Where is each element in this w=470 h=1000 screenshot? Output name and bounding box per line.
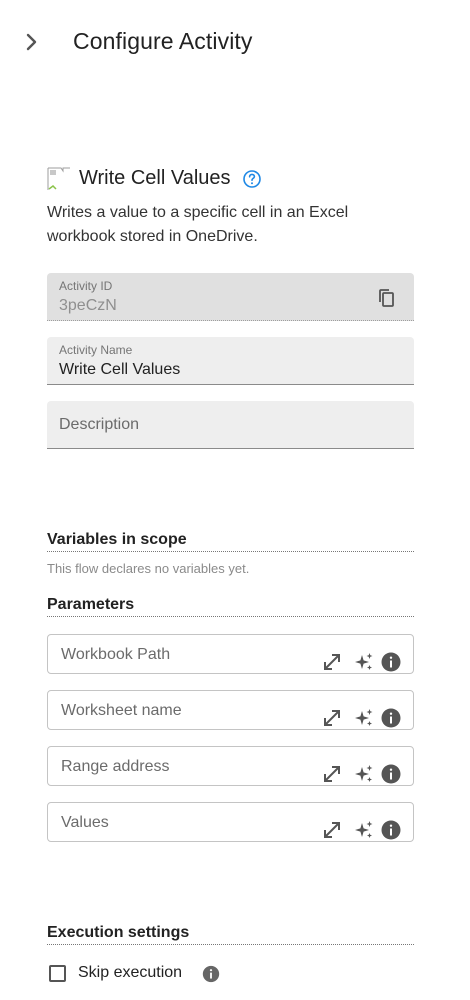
ai-sparkle-icon[interactable] [353, 763, 375, 785]
activity-name-field[interactable]: Activity Name Write Cell Values [47, 337, 414, 385]
info-icon[interactable] [201, 964, 221, 984]
page-title: Configure Activity [73, 28, 253, 54]
header: Configure Activity [0, 0, 470, 86]
description-field[interactable]: Description [47, 401, 414, 449]
help-circle-icon[interactable] [242, 169, 262, 189]
parameters-section-title: Parameters [47, 596, 414, 617]
expand-icon[interactable] [321, 651, 343, 673]
ai-sparkle-icon[interactable] [353, 707, 375, 729]
chevron-right-icon[interactable] [20, 28, 46, 56]
info-icon[interactable] [380, 819, 402, 841]
workbook-path-input[interactable]: Workbook Path [47, 634, 414, 674]
range-address-placeholder: Range address [61, 758, 170, 775]
activity-id-value: 3peCzN [59, 297, 117, 314]
copy-icon[interactable] [376, 287, 398, 309]
values-placeholder: Values [61, 814, 109, 831]
activity-name-label: Activity Name [59, 343, 133, 357]
workbook-path-placeholder: Workbook Path [61, 646, 171, 663]
skip-execution-label[interactable]: Skip execution [78, 964, 182, 982]
info-icon[interactable] [380, 763, 402, 785]
activity-title: Write Cell Values [79, 167, 231, 189]
description-placeholder: Description [59, 416, 140, 433]
broken-image-icon [47, 167, 71, 191]
ai-sparkle-icon[interactable] [353, 651, 375, 673]
skip-execution-checkbox[interactable] [49, 965, 66, 982]
activity-name-value[interactable]: Write Cell Values [59, 361, 180, 379]
info-icon[interactable] [380, 707, 402, 729]
execution-section-title: Execution settings [47, 924, 414, 945]
activity-id-field: Activity ID 3peCzN [47, 273, 414, 321]
ai-sparkle-icon[interactable] [353, 819, 375, 841]
skip-execution-row: Skip execution [47, 962, 427, 986]
info-icon[interactable] [380, 651, 402, 673]
activity-id-label: Activity ID [59, 279, 113, 293]
activity-description: Writes a value to a specific cell in an … [47, 204, 349, 245]
worksheet-name-input[interactable]: Worksheet name [47, 690, 414, 730]
expand-icon[interactable] [321, 819, 343, 841]
expand-icon[interactable] [321, 763, 343, 785]
range-address-input[interactable]: Range address [47, 746, 414, 786]
values-input[interactable]: Values [47, 802, 414, 842]
worksheet-name-placeholder: Worksheet name [61, 702, 182, 719]
variables-note: This flow declares no variables yet. [47, 561, 250, 576]
variables-section-title: Variables in scope [47, 531, 414, 552]
activity-header: Write Cell Values [47, 163, 427, 193]
expand-icon[interactable] [321, 707, 343, 729]
